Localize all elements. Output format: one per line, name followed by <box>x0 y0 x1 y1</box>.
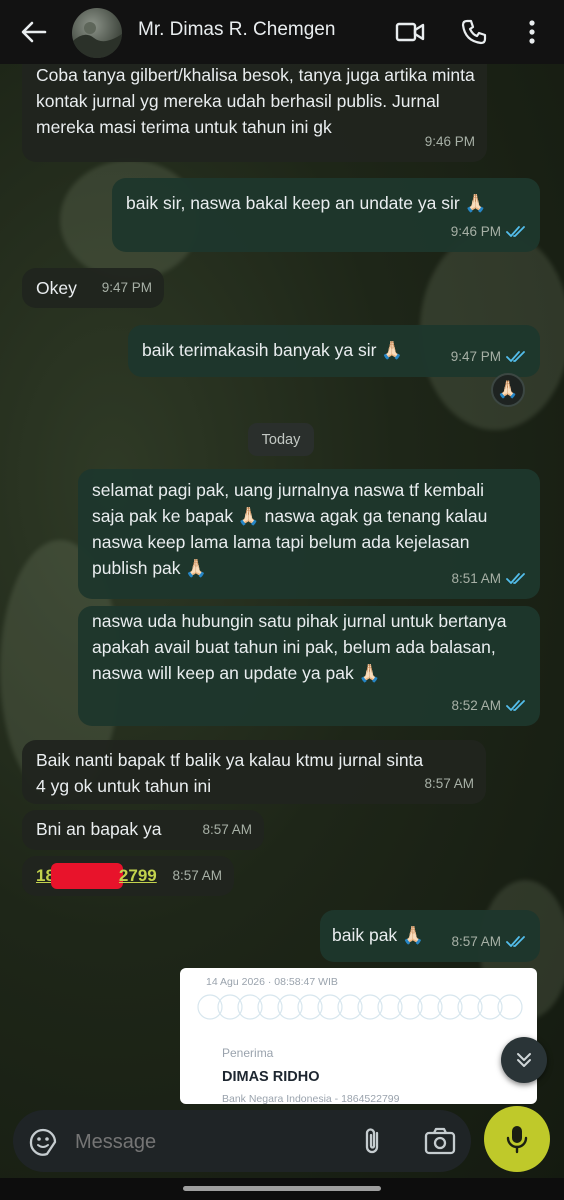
message-time: 8:57 AM <box>451 929 528 955</box>
phone-call-icon[interactable] <box>458 16 490 48</box>
contact-name[interactable]: Mr. Dimas R. Chemgen <box>138 19 335 41</box>
double-chevron-down-icon <box>517 1053 531 1067</box>
read-ticks-icon <box>506 936 525 947</box>
message-time: 8:52 AM <box>451 693 528 719</box>
date-divider: Today <box>248 423 314 456</box>
receipt-timestamp: 14 Agu 2026 · 08:58:47 WIB <box>206 976 338 988</box>
camera-icon[interactable] <box>423 1125 457 1157</box>
receipt-bank-line: Bank Negara Indonesia - 1864522799 <box>222 1093 400 1104</box>
message-text: Coba tanya gilbert/khalisa besok, tanya … <box>36 65 475 137</box>
message-incoming[interactable]: Okey 9:47 PM <box>22 268 164 308</box>
message-input[interactable] <box>73 1124 347 1160</box>
receipt-pattern <box>197 994 523 1020</box>
avatar[interactable] <box>72 8 122 58</box>
receipt-label: Penerima <box>222 1046 274 1060</box>
message-reaction[interactable]: 🙏🏻 <box>491 373 525 407</box>
read-ticks-icon <box>506 351 525 362</box>
message-time: 8:57 AM <box>172 868 222 883</box>
message-outgoing[interactable]: selamat pagi pak, uang jurnalnya naswa t… <box>78 469 540 599</box>
read-ticks-icon <box>506 573 525 584</box>
microphone-button[interactable] <box>484 1106 550 1172</box>
message-time: 8:57 AM <box>202 822 252 837</box>
message-time: 9:46 PM <box>424 134 475 149</box>
message-text: baik sir, naswa bakal keep an undate ya … <box>126 193 487 213</box>
message-incoming[interactable]: Bni an bapak ya 8:57 AM <box>22 810 264 850</box>
message-time: 9:46 PM <box>451 219 528 245</box>
back-arrow-icon[interactable] <box>18 14 50 50</box>
redaction-mark <box>50 863 123 890</box>
message-outgoing[interactable]: naswa uda hubungin satu pihak jurnal unt… <box>78 606 540 726</box>
message-outgoing[interactable]: baik terimakasih banyak ya sir 🙏🏻 9:47 P… <box>128 325 540 377</box>
message-incoming[interactable]: 18 2799 8:57 AM <box>22 856 234 896</box>
message-time: 9:47 PM <box>451 344 528 370</box>
microphone-icon <box>506 1126 528 1154</box>
message-text: naswa uda hubungin satu pihak jurnal unt… <box>92 611 507 683</box>
video-call-icon[interactable] <box>394 16 426 48</box>
message-time: 9:47 PM <box>101 280 152 295</box>
read-ticks-icon <box>506 226 525 237</box>
message-time: 8:57 AM <box>424 776 474 791</box>
receipt-image[interactable]: 14 Agu 2026 · 08:58:47 WIB Penerima DIMA… <box>180 968 537 1104</box>
paperclip-icon[interactable] <box>357 1125 389 1157</box>
message-outgoing[interactable]: baik sir, naswa bakal keep an undate ya … <box>112 178 540 252</box>
receipt-recipient: DIMAS RIDHO <box>222 1069 320 1085</box>
message-text: Baik nanti bapak tf balik ya kalau ktmu … <box>36 750 424 796</box>
sticker-icon[interactable] <box>27 1126 59 1158</box>
message-incoming[interactable]: Coba tanya gilbert/khalisa besok, tanya … <box>22 50 487 162</box>
message-composer <box>13 1110 471 1172</box>
read-ticks-icon <box>506 700 525 711</box>
home-gesture-handle[interactable] <box>183 1186 381 1191</box>
more-options-icon[interactable] <box>516 16 548 48</box>
message-outgoing[interactable]: baik pak 🙏🏻 8:57 AM <box>320 910 540 962</box>
system-nav-bar <box>0 1178 564 1200</box>
scroll-to-bottom-button[interactable] <box>501 1037 547 1083</box>
message-incoming[interactable]: Baik nanti bapak tf balik ya kalau ktmu … <box>22 740 486 804</box>
chat-header: Mr. Dimas R. Chemgen <box>0 0 564 64</box>
message-time: 8:51 AM <box>451 566 528 592</box>
